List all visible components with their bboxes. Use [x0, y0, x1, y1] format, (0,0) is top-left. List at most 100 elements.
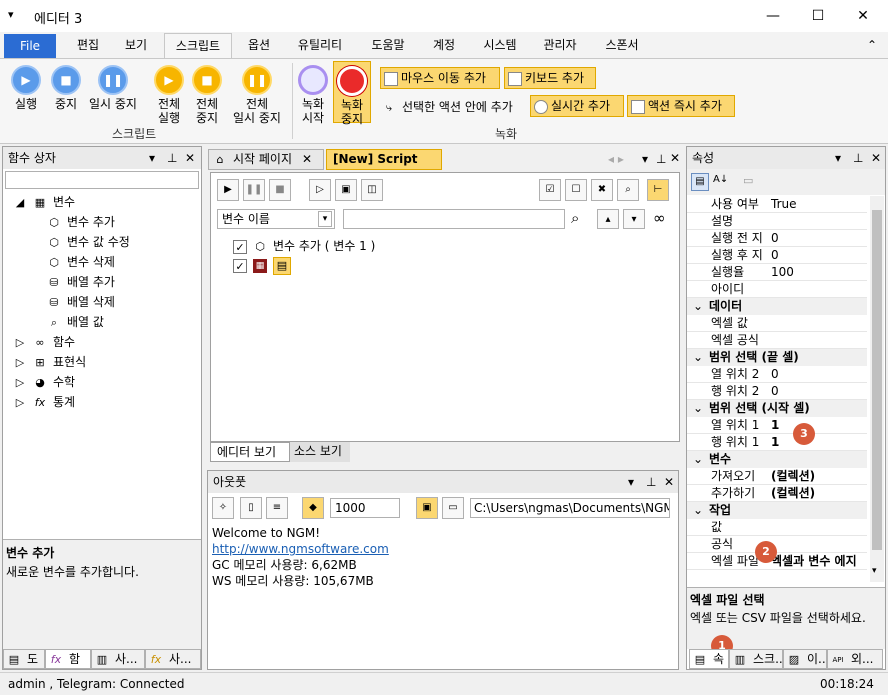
close-icon[interactable]: ✕ [664, 471, 674, 493]
prop-row[interactable]: 가져오기 (컬렉션) [687, 468, 867, 485]
run-from-icon[interactable]: ◫ [361, 179, 383, 201]
bottom-tab-2[interactable]: fx 함 [45, 649, 91, 669]
collapse-ribbon-icon[interactable]: ⌃ [862, 33, 882, 58]
folder-icon[interactable]: ▭ [442, 497, 464, 519]
prop-row[interactable]: 실행 전 지0 [687, 230, 867, 247]
tree-add-variable[interactable]: ⬡ 변수 추가 [47, 213, 115, 230]
prop-row[interactable]: 행 위치 20 [687, 383, 867, 400]
tab-file[interactable]: File [4, 34, 56, 58]
bottom-tab-image[interactable]: ▨이... [783, 649, 827, 669]
add-in-selected-button[interactable]: ⤷ 선택한 액션 안에 추가 [382, 98, 513, 115]
tab-help[interactable]: 도움말 [362, 33, 414, 58]
function-search-input[interactable] [5, 171, 199, 189]
stop-all-button[interactable]: ■ 전체 중지 [188, 65, 226, 125]
infinity-icon[interactable]: ∞ [653, 209, 666, 227]
tab-system[interactable]: 시스템 [474, 33, 526, 58]
tab-edit[interactable]: 편집 [62, 33, 114, 58]
tab-prev-icon[interactable]: ◂ ▸ [608, 152, 624, 166]
action-row[interactable]: ✓ ⬡ 변수 추가 ( 변수 1 ) [233, 237, 375, 254]
search-icon[interactable]: ⌕ [571, 209, 579, 227]
bottom-tab-properties[interactable]: ▤ 속 [689, 649, 729, 669]
filter-select[interactable]: 변수 이름 ▾ [217, 209, 335, 229]
log-path-field[interactable]: C:\Users\ngmas\Documents\NGM5\ [470, 498, 670, 518]
delete-icon[interactable]: ✖ [591, 179, 613, 201]
dropdown-icon[interactable]: ▾ [149, 147, 155, 169]
record-start-button[interactable]: 녹화 시작 [296, 65, 330, 125]
search-icon[interactable]: ⌕ [617, 179, 639, 201]
pause-all-button[interactable]: ❚❚ 전체 일시 중지 [228, 65, 286, 125]
pause-script-icon[interactable]: ❚❚ [243, 179, 265, 201]
tree-array-value[interactable]: ⌕ 배열 값 [47, 313, 104, 330]
tab-options[interactable]: 옵션 [236, 33, 282, 58]
search-input[interactable] [343, 209, 565, 229]
prop-category-work[interactable]: ⌄ 작업 [687, 502, 867, 519]
bottom-tab-4[interactable]: fx 사... [145, 649, 201, 669]
prop-row[interactable]: 열 위치 20 [687, 366, 867, 383]
bottom-tab-3[interactable]: ▥ 사... [91, 649, 145, 669]
sort-alpha-icon[interactable]: A↓ [713, 174, 728, 185]
run-selected-icon[interactable]: ▣ [335, 179, 357, 201]
add-realtime-button[interactable]: 실시간 추가 [530, 95, 624, 117]
tree-expressions[interactable]: ▷ ⊞ 표현식 [13, 353, 86, 370]
stop-script-icon[interactable]: ■ [269, 179, 291, 201]
bottom-tab-script[interactable]: ▥스크... [729, 649, 783, 669]
tree-add-array[interactable]: ⛁ 배열 추가 [47, 273, 115, 290]
tree-view-icon[interactable]: ⊢ [647, 179, 669, 201]
add-instant-button[interactable]: 액션 즉시 추가 [627, 95, 735, 117]
dropdown-icon[interactable]: ▾ [628, 471, 634, 493]
prop-row[interactable]: 엑셀 공식 [687, 332, 867, 349]
dropdown-icon[interactable]: ▾ [835, 147, 841, 169]
tab-utility[interactable]: 유틸리티 [288, 33, 352, 58]
pin-icon[interactable]: ⊥ [656, 152, 666, 166]
scroll-down-icon[interactable]: ▾ [872, 566, 877, 576]
tab-script[interactable]: 스크립트 [164, 33, 232, 58]
line-count-stepper[interactable]: 1000 [330, 498, 400, 518]
system-menu-icon[interactable]: ▾ [8, 8, 14, 21]
prop-category-range-start[interactable]: ⌄ 범위 선택 (시작 셀) [687, 400, 867, 417]
property-scrollbar[interactable]: ▾ [870, 196, 884, 582]
bottom-tab-1[interactable]: ▤ 도 [3, 649, 45, 669]
tree-delete-variable[interactable]: ⬡ 변수 삭제 [47, 253, 115, 270]
tree-stats[interactable]: ▷ fx 통계 [13, 393, 75, 410]
prop-row[interactable]: 값 [687, 519, 867, 536]
eraser-icon[interactable]: ◆ [302, 497, 324, 519]
close-tab-icon[interactable]: ✕ [302, 152, 312, 166]
tree-functions[interactable]: ▷ ∞ 함수 [13, 333, 75, 350]
pin-icon[interactable]: ⊥ [853, 147, 863, 169]
close-button[interactable]: ✕ [840, 0, 886, 32]
tab-admin[interactable]: 관리자 [534, 33, 586, 58]
prop-category-variable[interactable]: ⌄ 변수 [687, 451, 867, 468]
save-icon[interactable]: ▣ [416, 497, 438, 519]
categorized-icon[interactable]: ▤ [691, 173, 709, 191]
checkbox[interactable]: ✓ [233, 239, 247, 254]
checkbox[interactable]: ✓ [233, 259, 247, 273]
pin-icon[interactable]: ⊥ [646, 471, 656, 493]
prop-row[interactable]: 실행율 100 [687, 264, 867, 281]
tab-script-1[interactable]: [New] Script 1✕ [326, 149, 442, 185]
close-icon[interactable]: ✕ [185, 147, 195, 169]
prop-row[interactable]: 행 위치 11 [687, 434, 867, 451]
close-icon[interactable]: ✕ [670, 151, 680, 165]
stop-button[interactable]: ■ 중지 [46, 65, 86, 111]
prop-row[interactable]: 사용 여부 True [687, 196, 867, 213]
action-row[interactable]: ✓ ▦ ▤ [233, 257, 297, 275]
prop-category-range-end[interactable]: ⌄ 범위 선택 (끝 셀) [687, 349, 867, 366]
property-pages-icon[interactable]: ▭ [743, 174, 753, 187]
tab-account[interactable]: 계정 [422, 33, 466, 58]
broom-icon[interactable]: ✧ [212, 497, 234, 519]
up-arrow-icon[interactable]: ▴ [597, 209, 619, 229]
run-script-icon[interactable]: ▶ [217, 179, 239, 201]
tree-edit-variable[interactable]: ⬡ 변수 값 수정 [47, 233, 130, 250]
pin-icon[interactable]: ⊥ [167, 147, 177, 169]
tree-variables[interactable]: ◢ ▦ 변수 [13, 193, 75, 210]
tab-editor-view[interactable]: 에디터 보기 [210, 442, 290, 462]
scrollbar-thumb[interactable] [872, 210, 882, 550]
pause-button[interactable]: ❚❚ 일시 중지 [84, 65, 142, 111]
check-all-icon[interactable]: ☑ [539, 179, 561, 201]
log-link[interactable]: http://www.ngmsoftware.com [212, 541, 389, 557]
tab-start-page[interactable]: ⌂ 시작 페이지 ✕ [208, 149, 324, 170]
maximize-button[interactable]: ☐ [795, 0, 841, 32]
tab-view[interactable]: 보기 [112, 33, 160, 58]
uncheck-icon[interactable]: ☐ [565, 179, 587, 201]
prop-category-data[interactable]: ⌄ 데이터 [687, 298, 867, 315]
